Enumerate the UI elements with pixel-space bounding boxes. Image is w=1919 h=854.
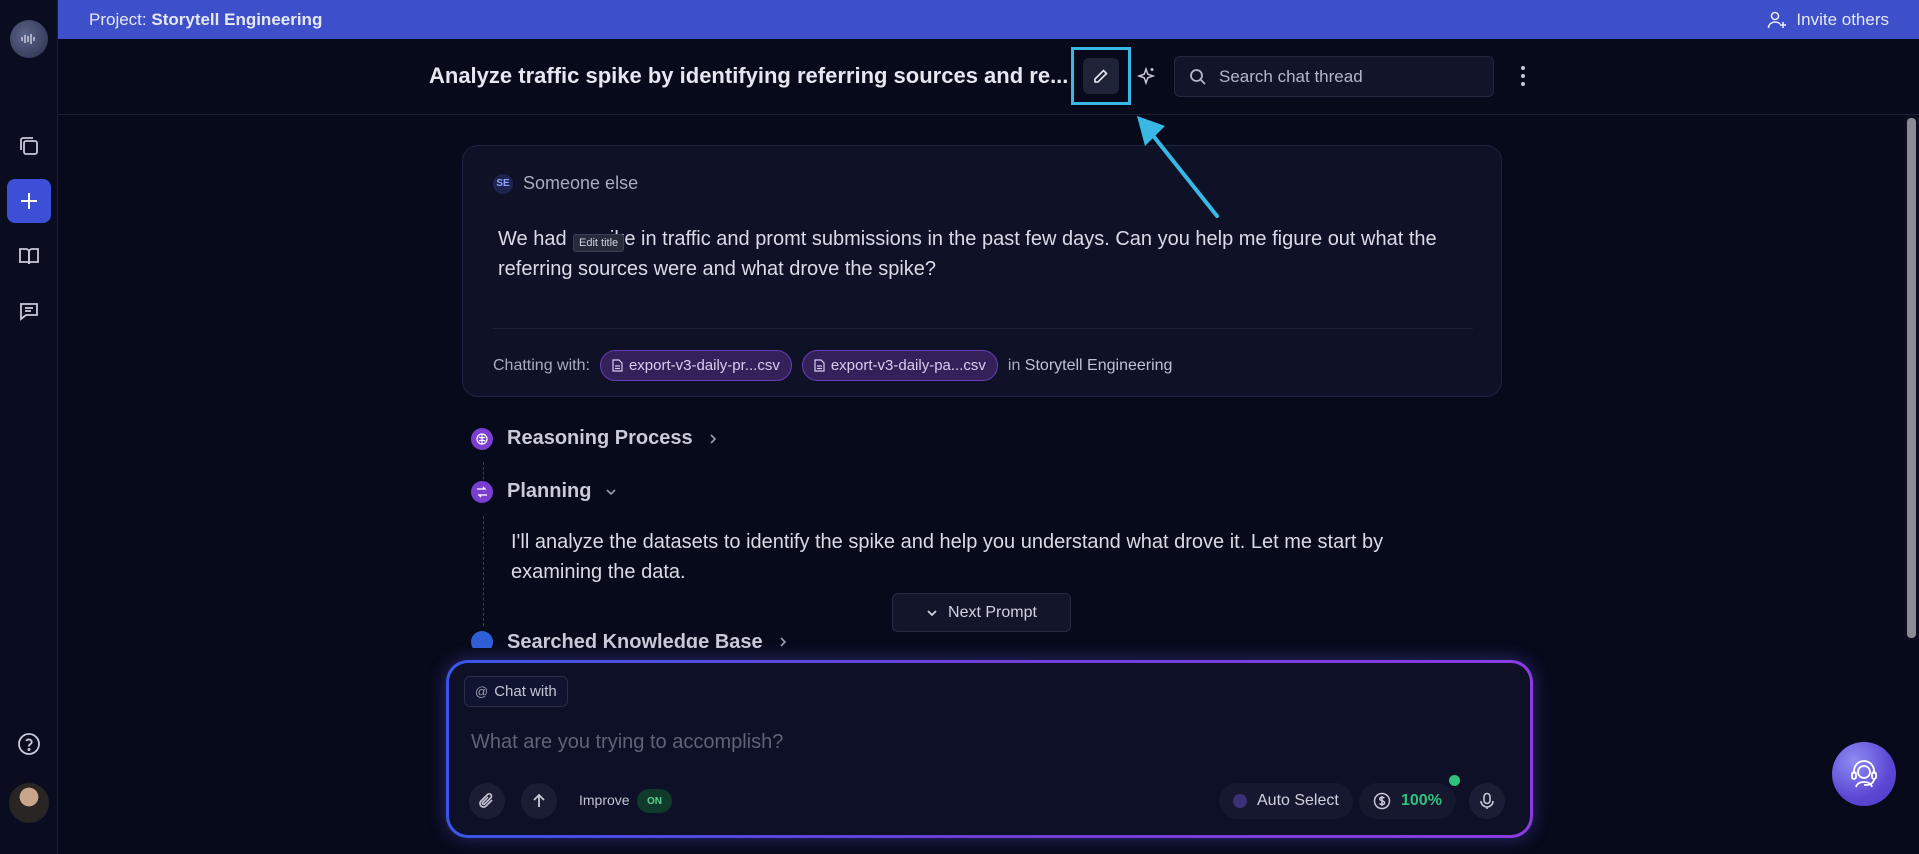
annotation-arrow	[1137, 116, 1219, 218]
auto-select-button[interactable]: Auto Select	[1219, 783, 1353, 819]
pencil-icon	[1094, 69, 1108, 83]
library-icon[interactable]	[7, 124, 51, 168]
chevron-down-icon	[606, 488, 617, 495]
attach-button[interactable]	[469, 783, 505, 819]
new-chat-button[interactable]	[7, 179, 51, 223]
improve-toggle[interactable]: ON	[637, 789, 672, 813]
file-chip[interactable]: export-v3-daily-pr...csv	[599, 350, 792, 381]
reasoning-process-step[interactable]: Reasoning Process	[471, 427, 719, 450]
planning-text: I'll analyze the datasets to identify th…	[511, 531, 1384, 583]
help-icon[interactable]	[7, 722, 51, 766]
avatar[interactable]	[9, 783, 49, 823]
book-icon[interactable]	[7, 234, 51, 278]
searched-knowledge-base-label: Searched Knowledge Base	[507, 630, 763, 649]
project-name: Storytell Engineering	[151, 9, 323, 29]
in-project-label: in Storytell Engineering	[1007, 356, 1173, 374]
microphone-button[interactable]	[1469, 783, 1505, 819]
planning-step[interactable]: Planning	[471, 480, 617, 503]
status-indicator	[1449, 775, 1460, 786]
at-icon: @	[475, 684, 489, 699]
upload-button[interactable]	[521, 783, 557, 819]
search-input[interactable]	[1219, 66, 1469, 87]
project-bar: Project: Storytell Engineering Invite ot…	[58, 0, 1919, 39]
chat-with-label: Chat with	[494, 683, 557, 700]
auto-select-label: Auto Select	[1257, 792, 1339, 809]
chevron-right-icon	[780, 637, 786, 647]
dollar-icon	[1373, 792, 1391, 810]
credits-button[interactable]: 100%	[1359, 783, 1456, 819]
support-agent-button[interactable]	[1832, 742, 1896, 806]
reasoning-process-label: Reasoning Process	[507, 427, 693, 449]
sender-initials: SE	[493, 173, 513, 194]
thread-header: Analyze traffic spike by identifying ref…	[58, 39, 1919, 115]
message-sender: SE Someone else	[493, 173, 638, 194]
file-icon	[814, 359, 825, 372]
model-icon	[1233, 794, 1247, 808]
invite-label: Invite others	[1796, 9, 1889, 29]
chevron-down-icon	[927, 609, 937, 616]
project-title: Project: Storytell Engineering	[89, 9, 323, 29]
paperclip-icon	[479, 793, 493, 808]
arrow-up-icon	[533, 793, 545, 807]
user-message-card: SE Someone else We had a spike in traffi…	[462, 145, 1502, 397]
prompt-input[interactable]	[471, 731, 1371, 754]
next-prompt-button[interactable]: Next Prompt	[892, 593, 1071, 632]
divider	[493, 328, 1473, 329]
database-icon	[471, 631, 493, 648]
chat-with-button[interactable]: @ Chat with	[464, 676, 568, 707]
left-rail	[0, 0, 58, 854]
chatting-with-label: Chatting with:	[493, 356, 590, 374]
headset-icon	[1851, 760, 1877, 788]
thread-title: Analyze traffic spike by identifying ref…	[429, 63, 1069, 88]
add-user-icon	[1768, 11, 1787, 28]
improve-label: Improve	[579, 792, 630, 808]
invite-others-button[interactable]: Invite others	[1767, 10, 1889, 30]
next-prompt-label: Next Prompt	[948, 603, 1037, 621]
file-chip[interactable]: export-v3-daily-pa...csv	[801, 350, 998, 381]
chat-icon[interactable]	[7, 289, 51, 333]
searched-knowledge-base-step[interactable]: Searched Knowledge Base	[471, 628, 789, 648]
edit-title-button[interactable]	[1083, 58, 1119, 94]
planning-icon	[471, 480, 493, 503]
brain-icon	[471, 427, 493, 450]
app-logo-icon[interactable]	[10, 20, 48, 58]
scrollbar-thumb[interactable]	[1907, 118, 1916, 638]
edit-title-tooltip: Edit title	[573, 234, 625, 252]
chevron-right-icon	[710, 433, 716, 444]
planning-label: Planning	[507, 480, 592, 502]
sender-name: Someone else	[523, 173, 639, 193]
file-icon	[612, 359, 623, 372]
credits-value: 100%	[1401, 792, 1442, 809]
microphone-icon	[1480, 792, 1494, 809]
chatting-with-row: Chatting with: export-v3-daily-pr...csv …	[493, 350, 1172, 381]
step-connector	[483, 516, 484, 626]
search-chat-thread[interactable]	[1174, 56, 1494, 97]
in-project-link[interactable]: Storytell Engineering	[1025, 357, 1173, 374]
composer-body: @ Chat with Improve ON Auto Select 100%	[449, 663, 1530, 835]
more-options-icon[interactable]	[1517, 61, 1529, 91]
prompt-composer: @ Chat with Improve ON Auto Select 100%	[446, 660, 1533, 838]
search-icon	[1190, 68, 1206, 85]
sparkle-icon[interactable]	[1135, 66, 1157, 88]
message-text: We had a spike in traffic and promt subm…	[498, 228, 1437, 280]
